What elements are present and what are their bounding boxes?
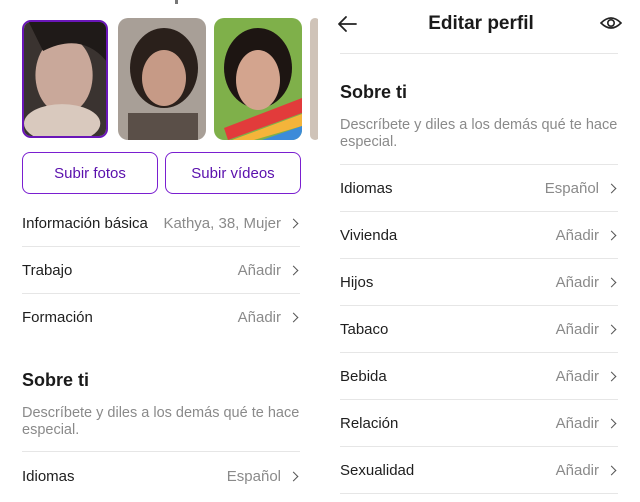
row-label: Idiomas (22, 468, 75, 485)
chevron-right-icon (606, 418, 617, 428)
row-label: Relación (340, 414, 399, 432)
row-value: Añadir (237, 309, 281, 326)
eye-icon[interactable] (600, 14, 622, 32)
chevron-right-icon (606, 371, 617, 381)
row-label: Formación (22, 309, 93, 326)
row-sexuality[interactable]: Sexualidad Añadir (340, 447, 618, 494)
row-value: Añadir (555, 320, 599, 338)
divider (22, 451, 300, 452)
about-section-title: Sobre ti (22, 370, 90, 390)
row-label: Trabajo (22, 261, 73, 279)
chevron-right-icon (288, 471, 299, 482)
row-value: Añadir (237, 261, 281, 279)
divider (340, 53, 618, 54)
chevron-right-icon (606, 183, 617, 193)
row-label: Hijos (340, 273, 374, 291)
row-value: Español (544, 179, 599, 197)
page-title: Editar perfil (428, 13, 534, 34)
row-education[interactable]: Formación Añadir (22, 294, 300, 341)
row-value: Añadir (555, 273, 599, 291)
upload-videos-button[interactable]: Subir vídeos (165, 152, 301, 194)
row-basic-info[interactable]: Información básica Kathya, 38, Mujer (22, 200, 300, 247)
row-value: Español (226, 468, 281, 485)
row-smoking[interactable]: Tabaco Añadir (340, 306, 618, 353)
row-value: Añadir (555, 226, 599, 244)
row-drinking[interactable]: Bebida Añadir (340, 353, 618, 400)
about-section-description[interactable]: Descríbete y diles a los demás qué te ha… (22, 405, 302, 439)
profile-photo-2[interactable] (118, 18, 206, 140)
about-section-description[interactable]: Descríbete y diles a los demás qué te ha… (340, 117, 630, 151)
profile-edit-right-panel: Editar perfil Sobre ti Descríbete y dile… (322, 0, 640, 502)
row-value: Kathya, 38, Mujer (163, 214, 281, 232)
chevron-right-icon (288, 218, 299, 228)
row-value: Añadir (555, 414, 599, 432)
row-work[interactable]: Trabajo Añadir (22, 247, 300, 294)
profile-photo-3[interactable] (214, 18, 302, 140)
row-label: Sexualidad (340, 461, 415, 479)
row-label: Bebida (340, 367, 387, 385)
chevron-right-icon (606, 277, 617, 287)
row-value: Añadir (555, 461, 599, 479)
photo-carousel (22, 18, 318, 140)
chevron-right-icon (606, 324, 617, 334)
profile-edit-left-panel: Subir fotos Subir vídeos Información bás… (0, 0, 318, 502)
row-label: Vivienda (340, 226, 398, 244)
chevron-right-icon (606, 230, 617, 240)
row-relationship[interactable]: Relación Añadir (340, 400, 618, 447)
row-label: Tabaco (340, 320, 389, 338)
row-label: Idiomas (340, 179, 393, 197)
row-children[interactable]: Hijos Añadir (340, 259, 618, 306)
upload-photos-button[interactable]: Subir fotos (22, 152, 158, 194)
chevron-right-icon (606, 465, 617, 475)
row-languages[interactable]: Idiomas Español (22, 453, 300, 500)
app-header: Editar perfil (322, 0, 640, 50)
profile-photo-1[interactable] (22, 20, 108, 138)
row-label: Información básica (22, 214, 148, 232)
row-housing[interactable]: Vivienda Añadir (340, 212, 618, 259)
profile-photo-4[interactable] (310, 18, 318, 140)
row-languages[interactable]: Idiomas Español (340, 165, 618, 212)
row-value: Añadir (555, 367, 599, 385)
status-indicator (175, 0, 178, 4)
about-section-title: Sobre ti (340, 82, 408, 102)
chevron-right-icon (288, 312, 299, 323)
chevron-right-icon (288, 265, 299, 275)
